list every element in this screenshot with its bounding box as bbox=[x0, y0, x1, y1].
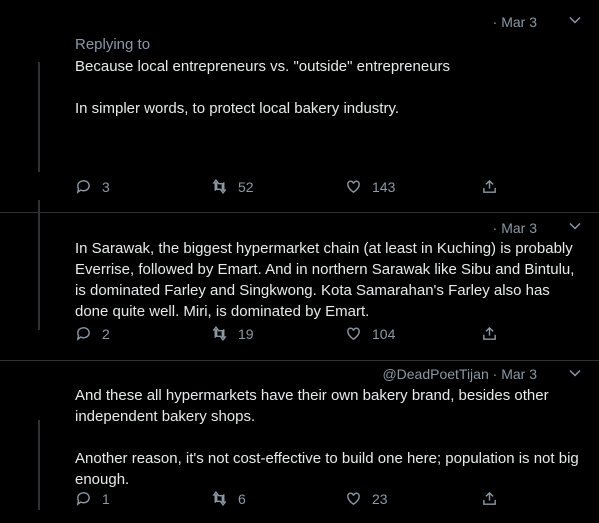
share-button[interactable] bbox=[481, 490, 498, 507]
tweet-meta: @DeadPoetTijan · Mar 3 bbox=[382, 366, 537, 382]
retweet-count: 19 bbox=[238, 325, 254, 342]
tweet-paragraph: In simpler words, to protect local baker… bbox=[75, 100, 400, 117]
retweet-icon bbox=[212, 178, 227, 195]
reply-count: 2 bbox=[102, 325, 110, 342]
tweet-paragraph: Because local entrepreneurs vs. "outside… bbox=[75, 58, 451, 75]
tweet-paragraph: In Sarawak, the biggest hypermarket chai… bbox=[75, 240, 575, 320]
tweet-meta: · Mar 3 bbox=[492, 220, 537, 236]
tweet-text: In Sarawak, the biggest hypermarket chai… bbox=[75, 238, 580, 322]
share-button[interactable] bbox=[481, 325, 498, 342]
heart-icon bbox=[347, 180, 360, 194]
reply-button[interactable]: 1 bbox=[75, 490, 110, 507]
heart-icon bbox=[347, 327, 360, 341]
reply-icon bbox=[76, 327, 90, 341]
tweet[interactable]: · Mar 3 Replying to Because local entrep… bbox=[0, 0, 599, 212]
share-icon bbox=[483, 326, 496, 340]
tweet[interactable]: · Mar 3 In Sarawak, the biggest hypermar… bbox=[0, 213, 599, 360]
reply-button[interactable]: 3 bbox=[75, 178, 110, 195]
reply-count: 1 bbox=[102, 490, 110, 507]
tweet-paragraph: Another reason, it's not cost-effective … bbox=[75, 450, 579, 488]
share-button[interactable] bbox=[481, 178, 498, 195]
tweet-text: And these all hypermarkets have their ow… bbox=[75, 385, 580, 490]
tweet-paragraph: And these all hypermarkets have their ow… bbox=[75, 387, 549, 425]
retweet-button[interactable]: 52 bbox=[211, 178, 254, 195]
chevron-down-icon[interactable] bbox=[569, 367, 581, 379]
retweet-button[interactable]: 19 bbox=[211, 325, 254, 342]
tweet-meta: · Mar 3 bbox=[492, 14, 537, 30]
like-count: 104 bbox=[372, 325, 396, 342]
retweet-icon bbox=[212, 325, 227, 342]
reply-count: 3 bbox=[102, 178, 110, 195]
tweet-actions: 3 52 143 bbox=[75, 178, 505, 198]
chevron-down-icon[interactable] bbox=[569, 14, 581, 26]
retweet-button[interactable]: 6 bbox=[211, 490, 246, 507]
reply-icon bbox=[76, 180, 90, 194]
reply-button[interactable]: 2 bbox=[75, 325, 110, 342]
retweet-count: 6 bbox=[238, 490, 246, 507]
share-icon bbox=[483, 491, 496, 505]
like-count: 143 bbox=[372, 178, 396, 195]
tweet-actions: 2 19 104 bbox=[75, 325, 505, 345]
tweet-handle[interactable]: @DeadPoetTijan bbox=[382, 366, 488, 382]
retweet-count: 52 bbox=[238, 178, 254, 195]
tweet-date[interactable]: Mar 3 bbox=[501, 220, 537, 236]
replying-to-label: Replying to bbox=[75, 36, 151, 53]
like-button[interactable]: 143 bbox=[345, 178, 395, 195]
tweet-date[interactable]: Mar 3 bbox=[501, 366, 537, 382]
tweet[interactable]: @DeadPoetTijan · Mar 3 And these all hyp… bbox=[0, 361, 599, 523]
tweet-date[interactable]: Mar 3 bbox=[501, 14, 537, 30]
tweet-actions: 1 6 23 bbox=[75, 490, 505, 510]
like-button[interactable]: 23 bbox=[345, 490, 388, 507]
share-icon bbox=[483, 179, 496, 193]
retweet-icon bbox=[212, 490, 227, 507]
like-button[interactable]: 104 bbox=[345, 325, 395, 342]
tweet-text: Because local entrepreneurs vs. "outside… bbox=[75, 56, 580, 119]
heart-icon bbox=[347, 492, 360, 506]
reply-icon bbox=[76, 492, 90, 506]
chevron-down-icon[interactable] bbox=[569, 220, 581, 232]
like-count: 23 bbox=[372, 490, 388, 507]
